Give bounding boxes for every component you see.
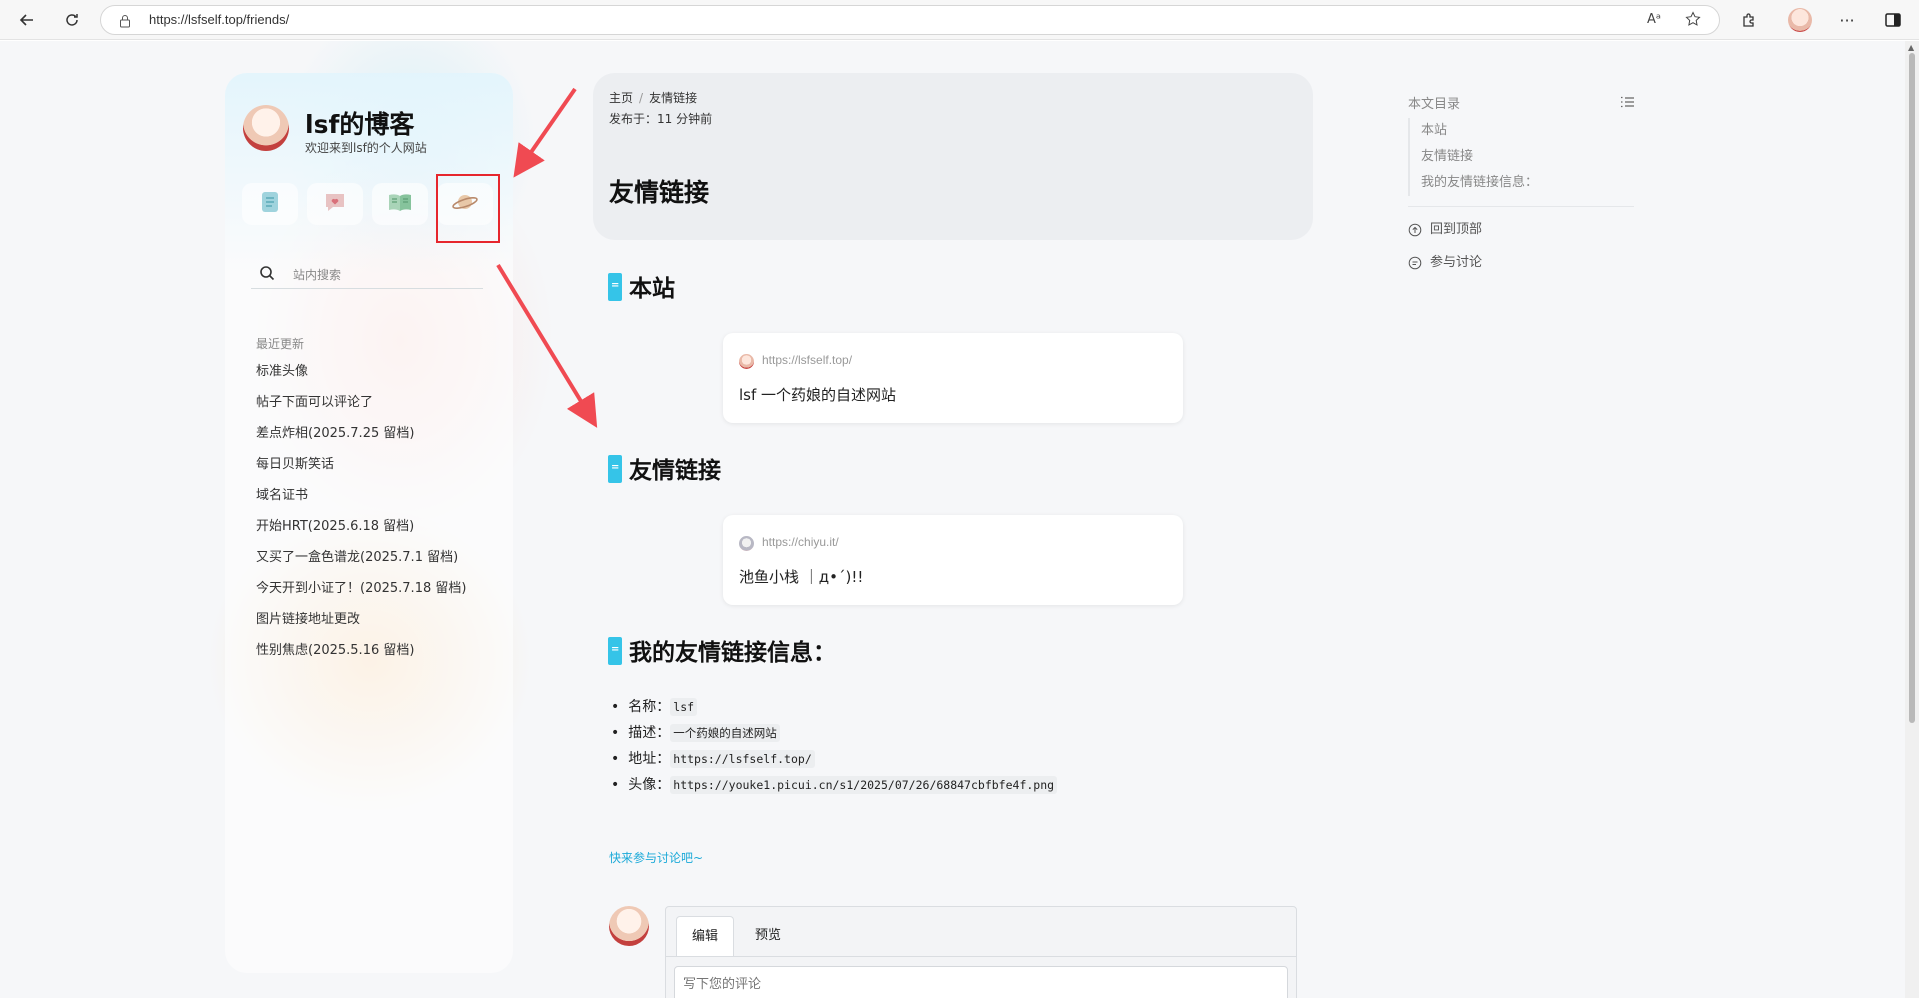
- sidebar-toggle-icon[interactable]: [1880, 8, 1906, 32]
- card-url[interactable]: https://lsfself.top/: [762, 353, 852, 367]
- refresh-icon[interactable]: [59, 8, 85, 32]
- extensions-icon[interactable]: [1736, 8, 1762, 32]
- nav-notes-button[interactable]: [372, 183, 428, 225]
- info-avatar-value: https://youke1.picui.cn/s1/2025/07/26/68…: [670, 776, 1058, 794]
- divider: [1408, 206, 1634, 207]
- arrow-up-circle-icon: [1408, 223, 1422, 236]
- comment-input[interactable]: [674, 966, 1288, 998]
- table-of-contents: 本文目录 本站 友情链接 我的友情链接信息： 回到顶部 参与讨论: [1408, 93, 1634, 279]
- back-to-top-button[interactable]: 回到顶部: [1408, 213, 1634, 246]
- vertical-scrollbar[interactable]: ▲: [1905, 41, 1919, 998]
- friend-link-card[interactable]: https://chiyu.it/ 池鱼小栈 ｜д•´)!!: [723, 515, 1183, 605]
- breadcrumb-home[interactable]: 主页: [609, 91, 633, 105]
- comment-icon: [1408, 256, 1422, 269]
- site-favicon: [739, 536, 754, 551]
- recent-item[interactable]: 差点炸相(2025.7.25 留档): [256, 425, 466, 456]
- site-logo-avatar[interactable]: [243, 105, 289, 151]
- friend-link-card[interactable]: https://lsfself.top/ lsf 一个药娘的自述网站: [723, 333, 1183, 423]
- section-heading-text: 我的友情链接信息：: [629, 640, 836, 666]
- site-title[interactable]: lsf的博客: [305, 105, 414, 141]
- site-search[interactable]: 站内搜索: [251, 259, 483, 289]
- info-address-value: https://lsfself.top/: [670, 750, 815, 768]
- toc-heading: 本文目录: [1408, 97, 1461, 112]
- favorite-star-icon[interactable]: [1685, 11, 1701, 31]
- list-item: 描述：一个药娘的自述网站: [611, 723, 1057, 749]
- tab-preview[interactable]: 预览: [740, 916, 796, 956]
- more-menu-icon[interactable]: ···: [1834, 8, 1860, 32]
- scrollbar-thumb[interactable]: [1909, 53, 1915, 723]
- url-text[interactable]: https://lsfself.top/friends/: [149, 12, 289, 27]
- site-subtitle: 欢迎来到lsf的个人网站: [305, 141, 427, 155]
- search-input[interactable]: 站内搜索: [293, 266, 341, 283]
- breadcrumb: 主页 / 友情链接: [609, 89, 697, 106]
- read-aloud-icon[interactable]: Aᵃ: [1647, 12, 1661, 27]
- list-toggle-icon[interactable]: [1620, 93, 1634, 112]
- commenter-avatar: [609, 906, 649, 946]
- annotation-highlight-box: [436, 174, 500, 243]
- address-bar[interactable]: https://lsfself.top/friends/ Aᵃ: [100, 5, 1720, 35]
- search-icon: [259, 265, 275, 284]
- publish-time: 发布于：11 分钟前: [609, 112, 713, 126]
- page-title: 友情链接: [609, 178, 710, 207]
- site-favicon: [739, 354, 754, 369]
- heart-message-icon: [323, 191, 347, 217]
- heading-marker-icon: [608, 637, 622, 665]
- section-heading-site: 本站: [608, 269, 675, 303]
- card-description: lsf 一个药娘的自述网站: [739, 386, 897, 404]
- recent-updates-list: 标准头像 帖子下面可以评论了 差点炸相(2025.7.25 留档) 每日贝斯笑话…: [256, 363, 466, 673]
- heading-marker-icon: [608, 273, 622, 301]
- heading-marker-icon: [608, 455, 622, 483]
- browser-toolbar: https://lsfself.top/friends/ Aᵃ ···: [0, 0, 1919, 40]
- card-description: 池鱼小栈 ｜д•´)!!: [739, 568, 864, 586]
- nav-messages-button[interactable]: [307, 183, 363, 225]
- breadcrumb-separator: /: [639, 91, 644, 105]
- toc-item[interactable]: 友情链接: [1421, 144, 1634, 170]
- join-discussion-button[interactable]: 参与讨论: [1408, 246, 1634, 279]
- recent-updates-heading: 最近更新: [256, 337, 305, 351]
- recent-item[interactable]: 域名证书: [256, 487, 466, 518]
- lock-icon: [119, 13, 131, 32]
- comment-editor: 编辑 预览: [665, 906, 1297, 998]
- toc-item[interactable]: 我的友情链接信息：: [1421, 170, 1634, 196]
- toc-item[interactable]: 本站: [1421, 118, 1634, 144]
- info-desc-value: 一个药娘的自述网站: [670, 724, 780, 742]
- list-item: 名称：lsf: [611, 697, 1057, 723]
- recent-item[interactable]: 又买了一盒色谱龙(2025.7.1 留档): [256, 549, 466, 580]
- breadcrumb-current[interactable]: 友情链接: [649, 91, 697, 105]
- list-item: 地址：https://lsfself.top/: [611, 749, 1057, 775]
- profile-avatar[interactable]: [1788, 8, 1812, 32]
- link-info-list: 名称：lsf 描述：一个药娘的自述网站 地址：https://lsfself.t…: [611, 697, 1058, 801]
- join-discussion-label: 参与讨论: [1430, 255, 1483, 270]
- section-heading-myinfo: 我的友情链接信息：: [608, 633, 836, 667]
- nav-posts-button[interactable]: [242, 183, 298, 225]
- list-item: 头像：https://youke1.picui.cn/s1/2025/07/26…: [611, 775, 1058, 801]
- recent-item[interactable]: 开始HRT(2025.6.18 留档): [256, 518, 466, 549]
- document-icon: [259, 190, 281, 218]
- section-heading-text: 本站: [629, 276, 675, 302]
- info-name-value: lsf: [670, 698, 698, 716]
- recent-item[interactable]: 标准头像: [256, 363, 466, 394]
- book-icon: [387, 191, 413, 217]
- back-arrow-icon[interactable]: [14, 8, 40, 32]
- section-heading-friends: 友情链接: [608, 451, 721, 485]
- back-to-top-label: 回到顶部: [1430, 222, 1483, 237]
- section-heading-text: 友情链接: [629, 458, 721, 484]
- tab-edit[interactable]: 编辑: [676, 916, 735, 956]
- toc-list: 本站 友情链接 我的友情链接信息：: [1408, 118, 1634, 196]
- scroll-up-arrow-icon[interactable]: ▲: [1908, 43, 1914, 52]
- join-discussion-prompt[interactable]: 快来参与讨论吧~: [609, 849, 703, 866]
- recent-item[interactable]: 帖子下面可以评论了: [256, 394, 466, 425]
- recent-item[interactable]: 今天开到小证了！(2025.7.18 留档): [256, 580, 466, 611]
- post-header: 主页 / 友情链接 发布于：11 分钟前 友情链接: [593, 73, 1313, 240]
- card-url[interactable]: https://chiyu.it/: [762, 535, 839, 549]
- recent-item[interactable]: 每日贝斯笑话: [256, 456, 466, 487]
- sidebar: lsf的博客 欢迎来到lsf的个人网站 站内搜索 最近更新 标准头像 帖子下面可…: [225, 73, 513, 973]
- recent-item[interactable]: 性别焦虑(2025.5.16 留档): [256, 642, 466, 673]
- recent-item[interactable]: 图片链接地址更改: [256, 611, 466, 642]
- page: lsf的博客 欢迎来到lsf的个人网站 站内搜索 最近更新 标准头像 帖子下面可…: [0, 41, 1905, 998]
